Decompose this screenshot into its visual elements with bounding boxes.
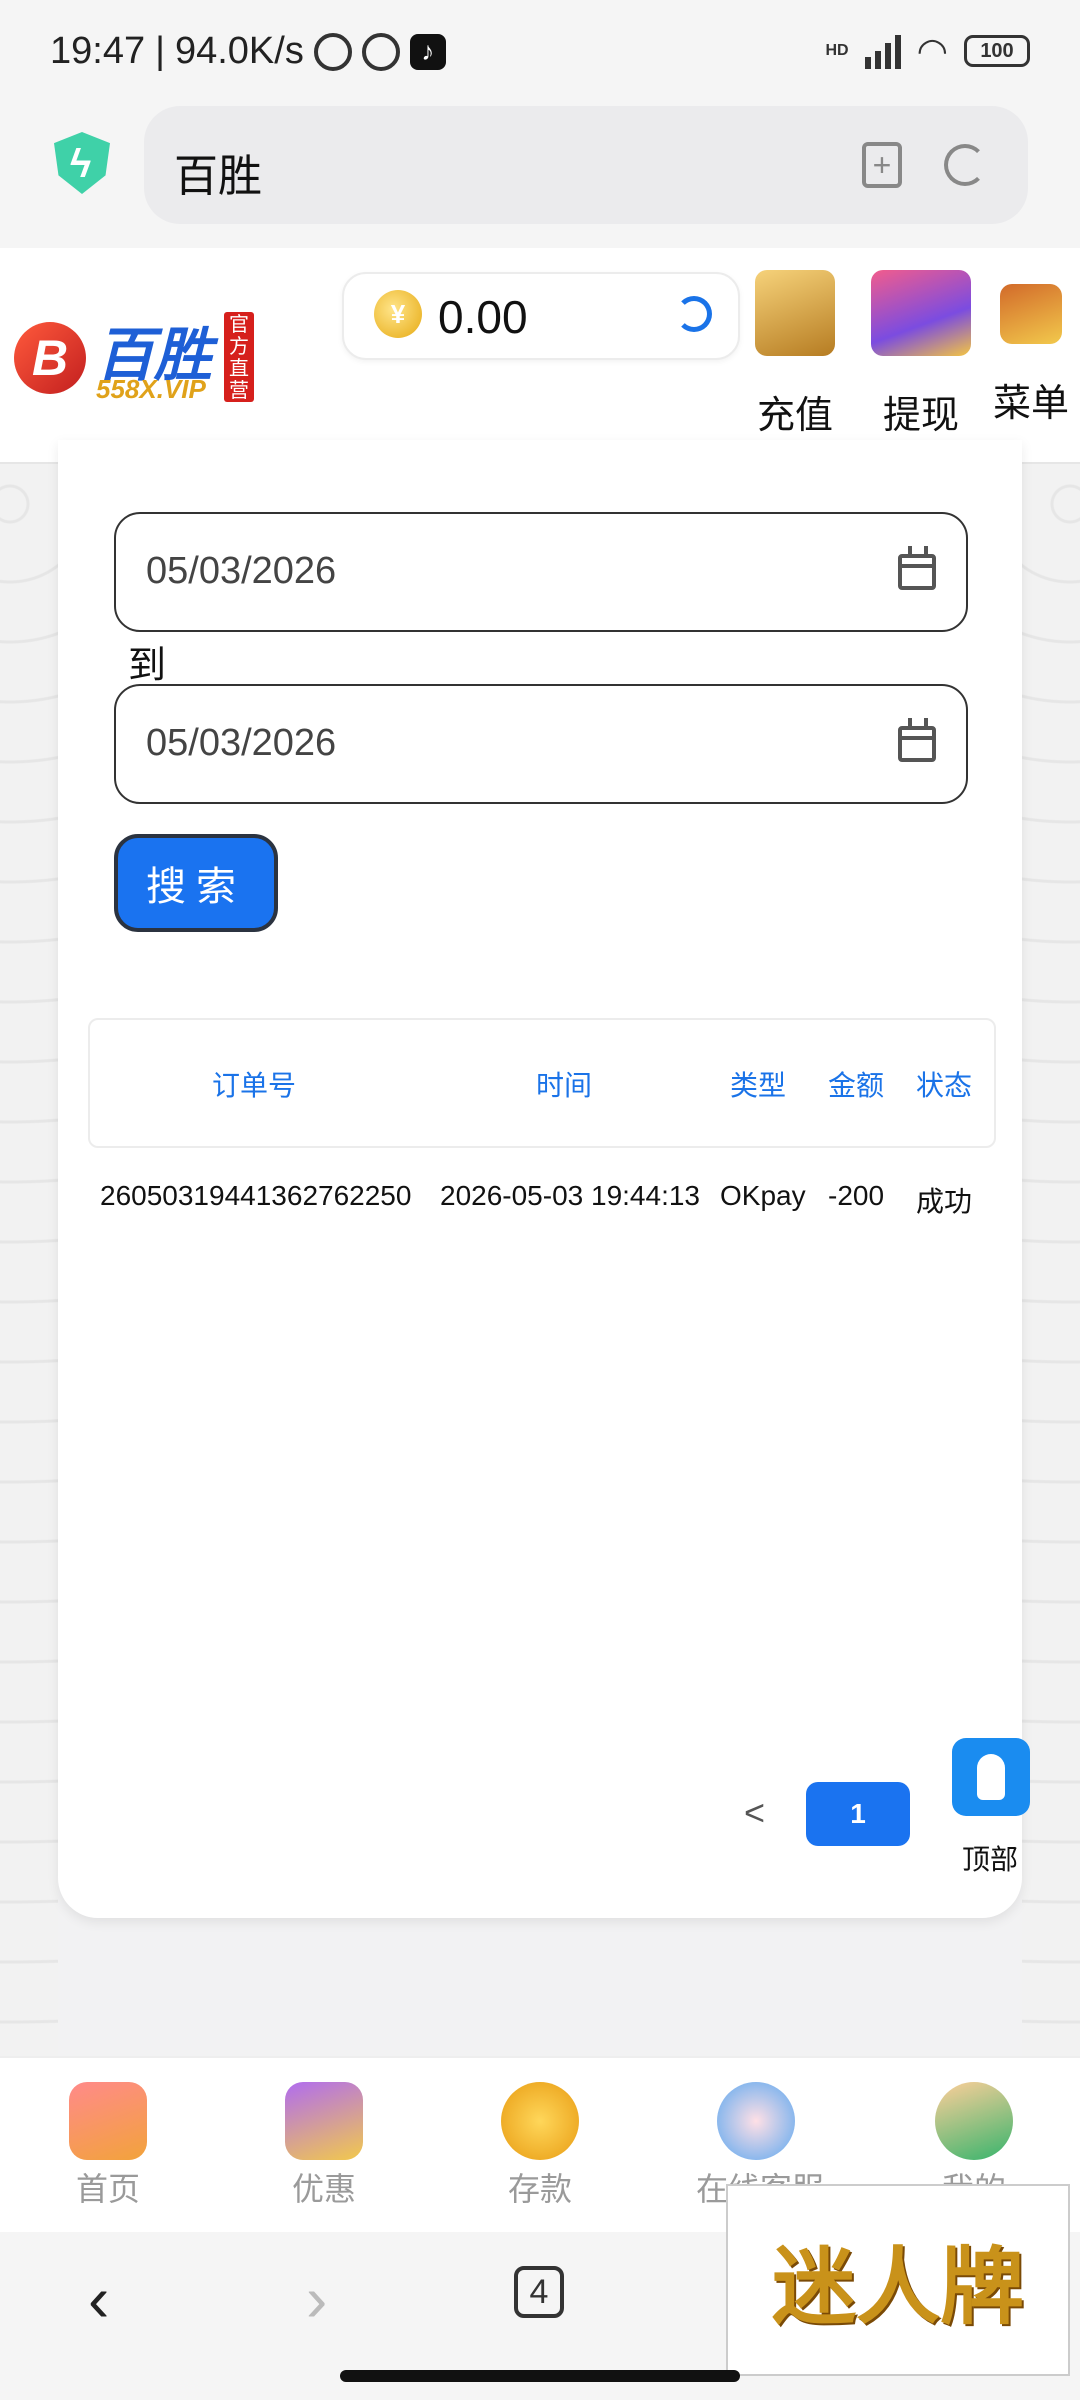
address-bar-text[interactable]: 百胜 [174, 140, 262, 204]
forward-icon[interactable]: › [306, 2262, 327, 2336]
prev-page-button[interactable]: < [744, 1792, 765, 1834]
cell-type: OKpay [720, 1180, 806, 1211]
nav-promotions-label: 优惠 [291, 2171, 356, 2207]
watermark: 迷人牌 [726, 2184, 1070, 2376]
cell-time: 2026-05-03 19:44:13 [440, 1180, 700, 1211]
column-header-type: 类型 [730, 1070, 787, 1101]
status-bar-right: HD ◠ 100 [825, 30, 1030, 72]
column-header-time: 时间 [536, 1070, 593, 1101]
user-avatar-icon [935, 2082, 1013, 2160]
calendar-icon[interactable] [898, 546, 936, 590]
treasure-chest-icon [1000, 284, 1062, 344]
column-header-amount: 金额 [828, 1070, 885, 1101]
rocket-icon [977, 1754, 1005, 1800]
cell-status: 成功 [916, 1186, 973, 1217]
coin-icon [501, 2082, 579, 2160]
wallet-icon [755, 270, 835, 356]
back-icon[interactable]: ‹ [88, 2262, 109, 2336]
end-date-value: 05/03/2026 [146, 722, 337, 764]
nav-home-label: 首页 [75, 2171, 140, 2207]
nav-home[interactable]: 首页 [48, 2082, 168, 2210]
nav-promotions[interactable]: 优惠 [264, 2082, 384, 2210]
end-date-input[interactable]: 05/03/2026 [114, 684, 968, 804]
back-to-top-button[interactable] [952, 1738, 1030, 1816]
column-header-order: 订单号 [212, 1070, 297, 1101]
house-icon [69, 2082, 147, 2160]
nav-deposit[interactable]: 存款 [480, 2082, 600, 2210]
alarm-icon [361, 32, 400, 71]
page-number-button[interactable]: 1 [806, 1782, 910, 1846]
nav-deposit-label: 存款 [507, 2171, 572, 2207]
separator: | [155, 30, 165, 72]
reload-icon[interactable] [944, 144, 986, 186]
background-pattern-right [1022, 464, 1080, 2064]
withdraw-label: 提现 [882, 395, 959, 437]
background-pattern-left [0, 464, 58, 2064]
clock: 19:47 [50, 30, 146, 72]
start-date-input[interactable]: 05/03/2026 [114, 512, 968, 632]
calendar-icon[interactable] [898, 718, 936, 762]
tabs-count-button[interactable]: 4 [514, 2266, 564, 2318]
menu-label: 菜单 [992, 383, 1069, 425]
logo-mark[interactable]: B [14, 322, 86, 394]
signal-icon [864, 33, 901, 69]
recharge-label: 充值 [756, 395, 833, 437]
mute-icon [313, 32, 352, 71]
menu-button[interactable]: 菜单 [986, 270, 1076, 427]
cell-amount: -200 [828, 1180, 885, 1211]
coin-icon: ¥ [374, 290, 422, 338]
tiktok-icon: ♪ [409, 33, 446, 70]
cell-order-id: 260503194413627622​50 [100, 1180, 412, 1211]
atm-icon [871, 270, 971, 356]
wifi-icon: ◠ [916, 30, 948, 71]
refresh-balance-icon[interactable] [676, 296, 712, 332]
bolt-icon: ϟ [70, 142, 92, 186]
headset-icon [717, 2082, 795, 2160]
hd-label: HD [825, 42, 849, 59]
home-indicator[interactable] [340, 2370, 740, 2382]
search-button[interactable]: 搜索 [114, 834, 278, 932]
official-badge: 官方直营 [224, 312, 254, 402]
status-bar-left: 19:47 | 94.0K/s ♪ [50, 30, 446, 73]
add-bookmark-icon[interactable]: + [862, 142, 902, 188]
network-speed: 94.0K/s [174, 30, 304, 72]
logo-domain: 558X.VIP [96, 374, 206, 404]
gift-icon [285, 2082, 363, 2160]
withdraw-button[interactable]: 提现 [866, 270, 976, 439]
balance-amount: 0.00 [438, 291, 528, 343]
battery-icon: 100 [964, 35, 1030, 67]
records-card [58, 440, 1022, 1918]
date-range-separator: 到 [128, 645, 167, 687]
recharge-button[interactable]: 充值 [750, 270, 840, 439]
column-header-status: 状态 [916, 1070, 973, 1101]
start-date-value: 05/03/2026 [146, 550, 337, 592]
back-to-top-label[interactable]: 顶部 [962, 1838, 1018, 1878]
